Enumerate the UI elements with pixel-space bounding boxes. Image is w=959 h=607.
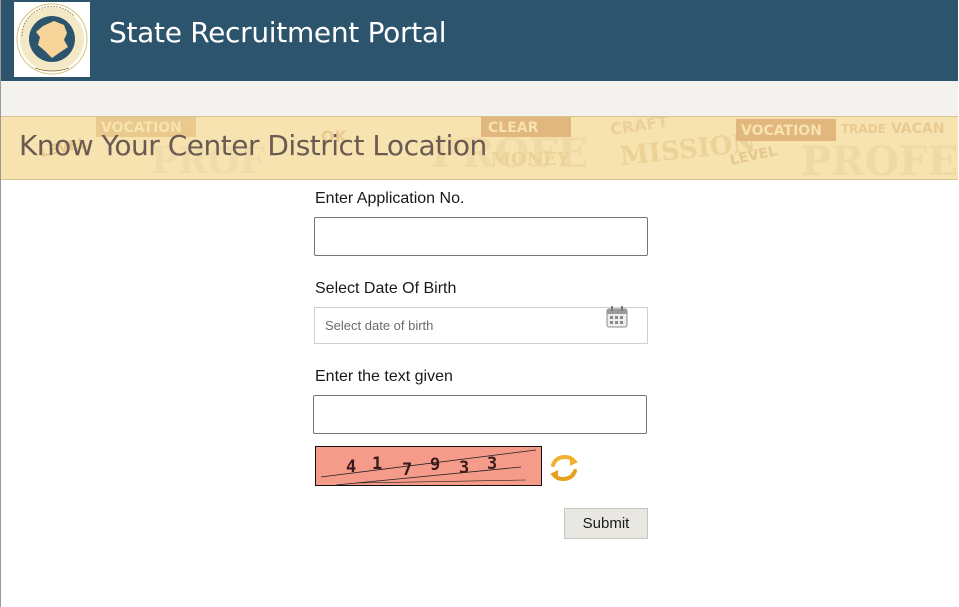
captcha-image: 4 1 7 9 3 3 xyxy=(315,446,542,486)
page-title: Know Your Center District Location xyxy=(19,129,487,162)
refresh-icon[interactable] xyxy=(548,452,580,484)
date-of-birth-label: Select Date Of Birth xyxy=(315,280,457,297)
captcha-char: 7 xyxy=(402,460,412,480)
application-number-label: Enter Application No. xyxy=(315,190,465,207)
svg-text:PROFE: PROFE xyxy=(801,138,958,179)
svg-text:MONEY: MONEY xyxy=(491,149,571,170)
captcha-input[interactable] xyxy=(313,395,647,434)
captcha-char: 9 xyxy=(430,455,440,475)
emblem-icon xyxy=(16,3,88,75)
date-of-birth-input[interactable] xyxy=(314,307,648,344)
page: State Recruitment Portal PROFE MISSION P… xyxy=(0,0,958,607)
svg-text:VACAN: VACAN xyxy=(891,121,945,137)
captcha-char: 3 xyxy=(487,454,497,474)
svg-text:TRADE: TRADE xyxy=(841,122,886,136)
svg-text:VOCATION: VOCATION xyxy=(741,123,822,139)
application-number-input[interactable] xyxy=(314,217,648,256)
captcha-char: 4 xyxy=(346,457,356,477)
captcha-graphic: 4 1 7 9 3 3 xyxy=(320,449,537,485)
app-title: State Recruitment Portal xyxy=(109,16,447,49)
header-bar: State Recruitment Portal xyxy=(1,0,958,81)
calendar-icon[interactable] xyxy=(606,306,628,328)
submit-button[interactable]: Submit xyxy=(564,508,648,539)
page-banner: PROFE MISSION PROFE PROF MONEY VOCATION … xyxy=(1,116,958,180)
captcha-char: 1 xyxy=(372,454,382,474)
navigation-bar xyxy=(1,81,958,117)
svg-text:CRAFT: CRAFT xyxy=(609,117,669,139)
svg-text:CLEAR: CLEAR xyxy=(488,120,539,136)
captcha-label: Enter the text given xyxy=(315,368,453,385)
captcha-char: 3 xyxy=(459,458,469,478)
portal-logo xyxy=(14,2,90,77)
